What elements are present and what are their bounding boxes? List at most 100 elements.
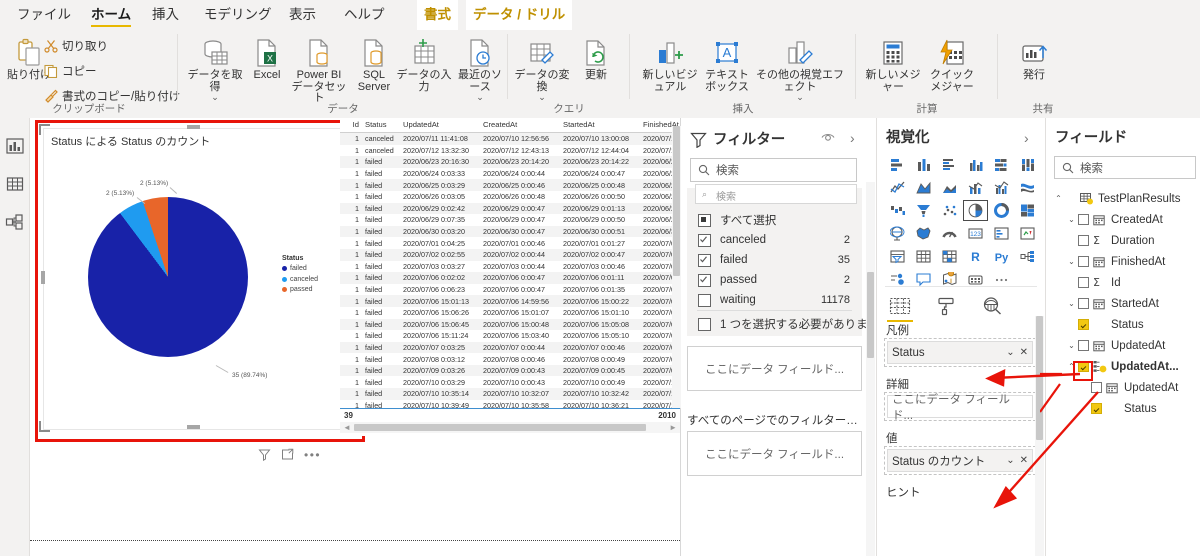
filter-checkbox[interactable] — [698, 214, 711, 227]
well-chip-status[interactable]: Status ⌄ ✕ — [887, 341, 1033, 364]
viz-type-clustered-column-chart[interactable] — [963, 154, 988, 175]
viz-type-line-clustered-column[interactable] — [989, 177, 1014, 198]
copy-button[interactable]: コピー — [44, 63, 97, 79]
sidebar-item-data-view[interactable] — [5, 174, 25, 194]
visualizations-pane[interactable]: 視覚化 › 123RPy — [877, 118, 1046, 556]
new-visual-button[interactable]: 新しいビジュアル — [638, 34, 702, 93]
viz-type-multi-row-card[interactable] — [989, 223, 1014, 244]
chevron-down-icon[interactable]: ⌄ — [1065, 299, 1078, 308]
fields-pane[interactable]: フィールド 検索 ⌃TestPlanResults⌄CreatedAtΣDura… — [1046, 118, 1200, 556]
viz-type-waterfall-chart[interactable] — [885, 200, 910, 221]
chevron-down-icon[interactable]: ⌄ — [1006, 455, 1014, 466]
tab-view[interactable]: 表示 — [282, 0, 323, 30]
table-row[interactable]: 1canceled2020/07/12 13:32:302020/07/12 1… — [340, 145, 680, 157]
cut-button[interactable]: 切り取り — [44, 38, 108, 54]
table-row[interactable]: 1canceled2020/07/11 11:41:082020/07/10 1… — [340, 133, 680, 145]
table-column-header[interactable]: CreatedAt — [480, 118, 560, 133]
scrollbar-thumb[interactable] — [354, 424, 646, 431]
more-options-icon[interactable]: ••• — [304, 450, 321, 460]
viz-type-python-visual[interactable]: Py — [989, 246, 1014, 267]
data-table[interactable]: IdStatusUpdatedAtCreatedAtStartedAtFinis… — [340, 118, 680, 436]
scrollbar-thumb[interactable] — [673, 126, 680, 276]
field-checkbox[interactable] — [1078, 256, 1089, 267]
chevron-down-icon[interactable]: ⌄ — [1006, 347, 1014, 358]
viz-type-stacked-column-chart[interactable] — [911, 154, 936, 175]
viz-type-slicer[interactable] — [885, 246, 910, 267]
tab-home[interactable]: ホーム — [84, 0, 138, 30]
more-visuals-button[interactable]: その他の視覚エフェクト ⌄ — [752, 34, 848, 101]
well-details[interactable]: ここにデータ フィールド... — [884, 392, 1036, 421]
table-row[interactable]: 1failed2020/06/29 0:07:352020/06/29 0:00… — [340, 214, 680, 226]
recent-sources-button[interactable]: 最近のソース ⌄ — [454, 34, 506, 101]
tab-help[interactable]: ヘルプ — [337, 0, 392, 30]
viz-type-ribbon-chart[interactable] — [1015, 177, 1040, 198]
chevron-down-icon[interactable]: ⌄ — [1065, 257, 1078, 266]
viz-type-stacked-area-chart[interactable] — [937, 177, 962, 198]
field-item-updatedat[interactable]: ⌃UpdatedAt... — [1046, 356, 1200, 377]
filter-icon[interactable] — [258, 448, 271, 461]
filter-item-select-all[interactable]: すべて選択 — [687, 210, 862, 230]
sidebar-item-model-view[interactable] — [5, 212, 25, 232]
filter-checkbox[interactable] — [698, 234, 711, 247]
filter-checkbox[interactable] — [698, 274, 711, 287]
chevron-up-icon[interactable]: ⌃ — [1052, 194, 1065, 203]
refresh-button[interactable]: 更新 — [576, 34, 616, 82]
viz-type-pie-chart[interactable] — [963, 200, 988, 221]
text-box-button[interactable]: A テキスト ボックス — [705, 34, 749, 93]
field-checkbox[interactable] — [1078, 340, 1089, 351]
scroll-left-arrow-icon[interactable]: ◄ — [343, 423, 351, 432]
viz-type-100-stacked-bar-chart[interactable] — [989, 154, 1014, 175]
tab-file[interactable]: ファイル — [10, 0, 78, 30]
analytics-tab[interactable] — [977, 295, 1007, 317]
field-item-finishedat[interactable]: ⌄FinishedAt — [1046, 251, 1200, 272]
remove-field-icon[interactable]: ✕ — [1020, 347, 1028, 358]
filter-drop-zone-all-pages[interactable]: ここにデータ フィールド... — [687, 431, 862, 476]
viz-type-clustered-bar-chart[interactable] — [937, 154, 962, 175]
table-row[interactable]: 1failed2020/07/06 0:06:232020/07/06 0:00… — [340, 284, 680, 296]
filter-card-search[interactable]: ⌕ 検索 — [695, 184, 857, 204]
table-row[interactable]: 1failed2020/06/25 0:03:292020/06/25 0:00… — [340, 179, 680, 191]
tab-insert[interactable]: 挿入 — [145, 0, 186, 30]
field-item-testplanresults[interactable]: ⌃TestPlanResults — [1046, 188, 1200, 209]
viz-type-100-stacked-column-chart[interactable] — [1015, 154, 1040, 175]
eye-icon[interactable] — [821, 132, 835, 143]
field-item-status[interactable]: Status — [1046, 398, 1200, 419]
viz-type-decomposition-tree[interactable] — [1015, 246, 1040, 267]
chevron-down-icon[interactable]: ⌄ — [752, 93, 848, 101]
table-row[interactable]: 1failed2020/06/26 0:03:052020/06/26 0:00… — [340, 191, 680, 203]
filter-item-canceled[interactable]: canceled2 — [687, 230, 862, 250]
table-row[interactable]: 1failed2020/07/01 0:04:252020/07/01 0:00… — [340, 237, 680, 249]
field-checkbox[interactable] — [1078, 319, 1089, 330]
transform-data-button[interactable]: データの変換 ⌄ — [514, 34, 570, 101]
viz-type-stacked-bar-chart[interactable] — [885, 154, 910, 175]
table-column-header[interactable]: Id — [340, 118, 362, 133]
viz-type-kpi[interactable] — [1015, 223, 1040, 244]
power-bi-dataset-button[interactable]: Power BI データセット — [288, 34, 350, 105]
field-item-id[interactable]: ΣId — [1046, 272, 1200, 293]
well-legend[interactable]: Status ⌄ ✕ — [884, 338, 1036, 367]
well-values[interactable]: Status のカウント ⌄ ✕ — [884, 446, 1036, 475]
tab-data-drill[interactable]: データ / ドリル — [466, 0, 572, 30]
table-row[interactable]: 1failed2020/07/09 0:03:262020/07/09 0:00… — [340, 365, 680, 377]
table-column-header[interactable]: UpdatedAt — [400, 118, 480, 133]
viz-type-filled-map[interactable] — [911, 223, 936, 244]
viz-type-funnel-chart[interactable] — [911, 200, 936, 221]
field-item-duration[interactable]: ΣDuration — [1046, 230, 1200, 251]
table-row[interactable]: 1failed2020/07/07 0:03:252020/07/07 0:00… — [340, 342, 680, 354]
field-checkbox[interactable] — [1091, 382, 1102, 393]
table-row[interactable]: 1failed2020/07/10 10:35:142020/07/10 10:… — [340, 388, 680, 400]
fields-search-input[interactable]: 検索 — [1054, 156, 1196, 179]
field-item-createdat[interactable]: ⌄CreatedAt — [1046, 209, 1200, 230]
require-single-selection-row[interactable]: 1 つを選択する必要がありま — [687, 314, 873, 334]
chevron-down-icon[interactable]: ⌄ — [1065, 341, 1078, 350]
filter-checkbox[interactable] — [698, 254, 711, 267]
table-row[interactable]: 1failed2020/07/06 15:06:452020/07/06 15:… — [340, 319, 680, 331]
table-row[interactable]: 1failed2020/06/23 20:16:302020/06/23 20:… — [340, 156, 680, 168]
filter-item-failed[interactable]: failed35 — [687, 250, 862, 270]
publish-button[interactable]: 発行 — [1012, 34, 1056, 82]
remove-field-icon[interactable]: ✕ — [1020, 455, 1028, 466]
sidebar-item-report-view[interactable] — [5, 136, 25, 156]
viz-type-line-stacked-column[interactable] — [963, 177, 988, 198]
table-column-header[interactable]: Status — [362, 118, 400, 133]
chevron-down-icon[interactable]: ⌄ — [1065, 215, 1078, 224]
